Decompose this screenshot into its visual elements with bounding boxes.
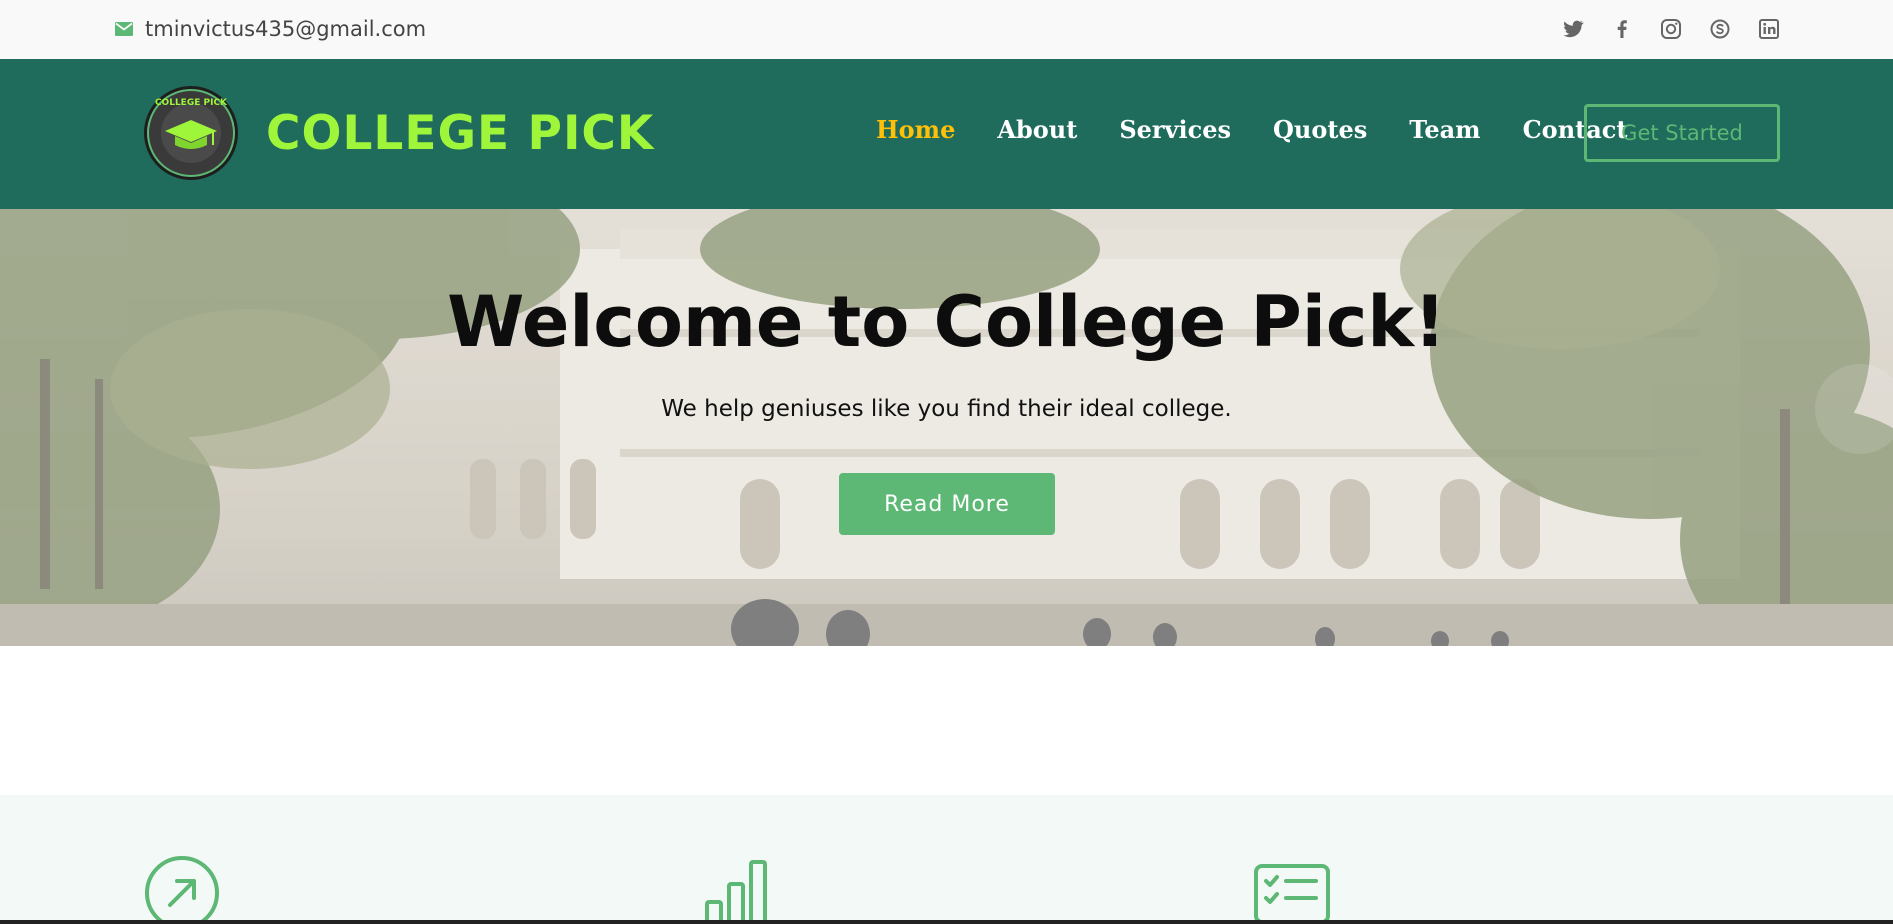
social-links (1536, 17, 1781, 41)
nav-services[interactable]: Services (1119, 115, 1231, 144)
nav-about[interactable]: About (997, 115, 1077, 144)
nav-team[interactable]: Team (1409, 115, 1480, 144)
college-pick-logo[interactable]: COLLEGE PICK (143, 85, 239, 181)
site-header: COLLEGE PICK COLLEGE PICK Home About Ser… (0, 59, 1893, 209)
topbar: tminvictus435@gmail.com (0, 0, 1893, 59)
nav-quotes[interactable]: Quotes (1273, 115, 1367, 144)
read-more-button[interactable]: Read More (839, 473, 1055, 535)
bar-chart-icon (705, 860, 767, 924)
twitter-icon[interactable] (1561, 17, 1585, 41)
email-text: tminvictus435@gmail.com (145, 17, 427, 41)
contact-email[interactable]: tminvictus435@gmail.com (115, 14, 426, 44)
arrow-up-right-circle-icon (145, 856, 219, 924)
hero-section: Welcome to College Pick! We help geniuse… (0, 209, 1893, 646)
hero-title: Welcome to College Pick! (447, 281, 1446, 363)
main-nav: Home About Services Quotes Team Contact (876, 115, 1669, 144)
nav-home[interactable]: Home (876, 115, 955, 144)
brand-name[interactable]: COLLEGE PICK (266, 106, 654, 161)
skype-icon[interactable] (1708, 17, 1732, 41)
window-bottom-edge (0, 920, 1893, 924)
envelope-icon (115, 22, 133, 36)
facebook-icon[interactable] (1610, 17, 1634, 41)
checklist-icon (1254, 864, 1330, 924)
hero-background-image (0, 209, 1893, 646)
get-started-button[interactable]: Get Started (1584, 104, 1780, 162)
features-section (0, 795, 1893, 924)
hero-subtitle: We help geniuses like you find their ide… (661, 396, 1232, 422)
svg-text:COLLEGE PICK: COLLEGE PICK (155, 98, 228, 108)
linkedin-icon[interactable] (1757, 17, 1781, 41)
instagram-icon[interactable] (1659, 17, 1683, 41)
